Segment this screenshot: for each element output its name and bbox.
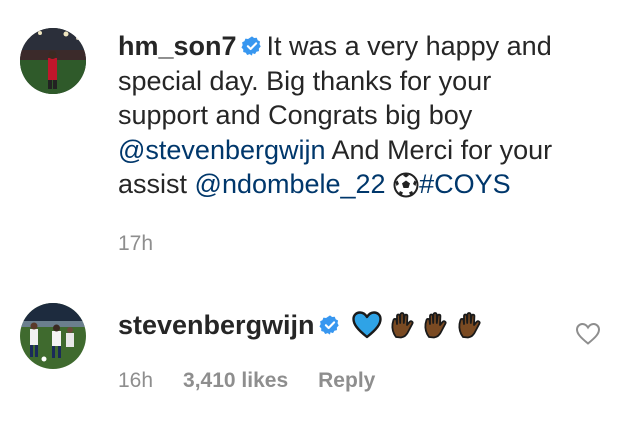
verified-badge-icon [241,36,261,56]
like-heart-icon[interactable] [575,322,601,346]
mention-link[interactable]: @stevenbergwijn [118,135,326,165]
reply-button[interactable]: Reply [318,369,375,392]
soccer-ball-icon [393,172,419,198]
raised-hand-icon [458,312,481,339]
blue-heart-icon [352,311,382,339]
comment-body: hm_son7 It was a very happy and special d… [118,29,618,202]
avatar[interactable] [20,28,86,94]
comment-text-2: special day. Big thanks for your [118,65,492,96]
verified-badge-icon [319,315,339,335]
raised-hand-icon [424,312,447,339]
comment-meta: 17h [118,232,183,256]
comment-body: stevenbergwijn [118,308,578,343]
comment-text-4: And Merci for your [325,134,553,165]
timestamp[interactable]: 16h [118,369,153,392]
comment-text-5: assist [118,169,195,199]
timestamp[interactable]: 17h [118,232,153,255]
username[interactable]: stevenbergwijn [118,310,315,340]
avatar[interactable] [20,303,86,369]
hashtag-link[interactable]: #COYS [419,169,511,199]
raised-hand-icon [391,312,414,339]
comment-text-3: support and Congrats big boy [118,100,473,130]
likes-count[interactable]: 3,410 likes [183,369,288,392]
comment-meta: 16h 3,410 likes Reply [118,369,405,393]
comment-text-1: It was a very happy and [266,31,552,61]
mention-link[interactable]: @ndombele_22 [195,169,386,199]
username[interactable]: hm_son7 [118,31,237,61]
